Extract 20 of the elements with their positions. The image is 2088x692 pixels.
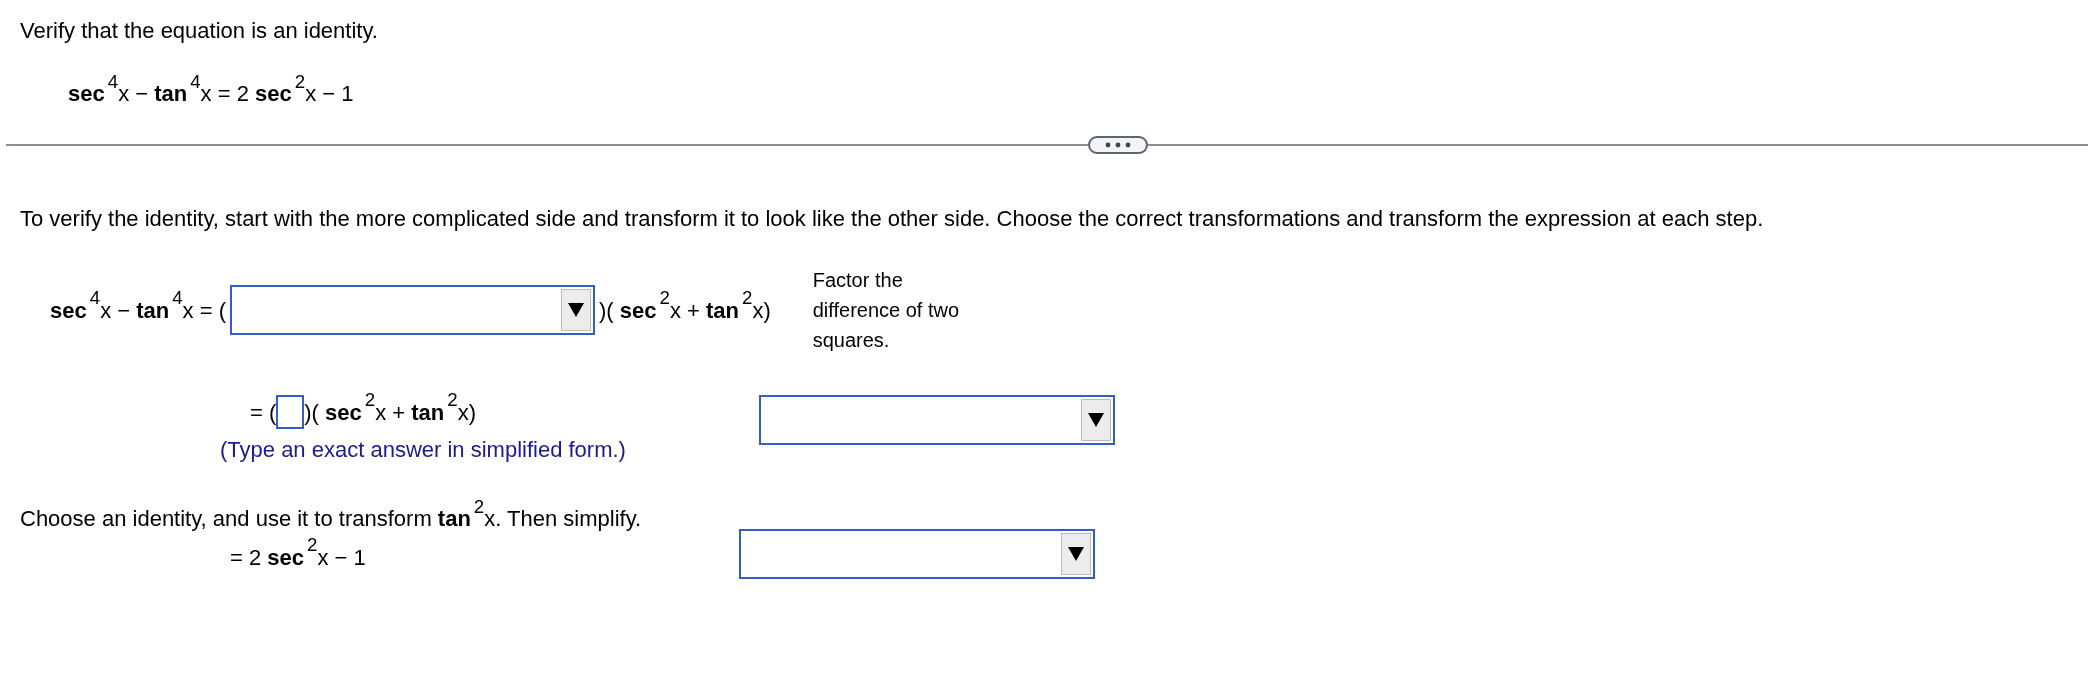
- dropdown[interactable]: [759, 395, 1115, 445]
- caret-icon: [567, 302, 585, 318]
- dropdown[interactable]: [230, 285, 595, 335]
- equation: sec$^{4}$x − tan$^{4}$x = (: [50, 293, 226, 325]
- equation: = 2 sec$^{2}$x − 1: [230, 540, 366, 572]
- equation: )( sec$^{2}$x + tan$^{2}$x): [599, 293, 771, 325]
- ellipsis-icon: [1105, 142, 1131, 148]
- instruction-text: To verify the identity, start with the more complicated side and transform it to look like the other side. Choose the correct transformations and transform the expression at each step.: [20, 205, 1765, 233]
- equation: sec$^{4}$x − tan$^{4}$x = 2 sec$^{2}$x − 1: [68, 77, 355, 108]
- dropdown[interactable]: [739, 529, 1095, 579]
- hint-text: (Type an exact answer in simplified form.): [220, 436, 626, 464]
- equation: )( sec$^{2}$x + tan$^{2}$x): [304, 395, 476, 427]
- equation: = (: [250, 398, 277, 427]
- hint-text: Factor the difference of two squares.: [812, 268, 961, 353]
- prompt-text: Verify that the equation is an identity.: [20, 17, 379, 45]
- answer-box[interactable]: [276, 395, 305, 429]
- instruction-text: Choose an identity, and use it to transform tan$^{2}$x. Then simplify.: [20, 502, 643, 533]
- expand-button[interactable]: [1088, 136, 1148, 154]
- caret-icon: [1087, 412, 1105, 428]
- caret-icon: [1067, 546, 1085, 562]
